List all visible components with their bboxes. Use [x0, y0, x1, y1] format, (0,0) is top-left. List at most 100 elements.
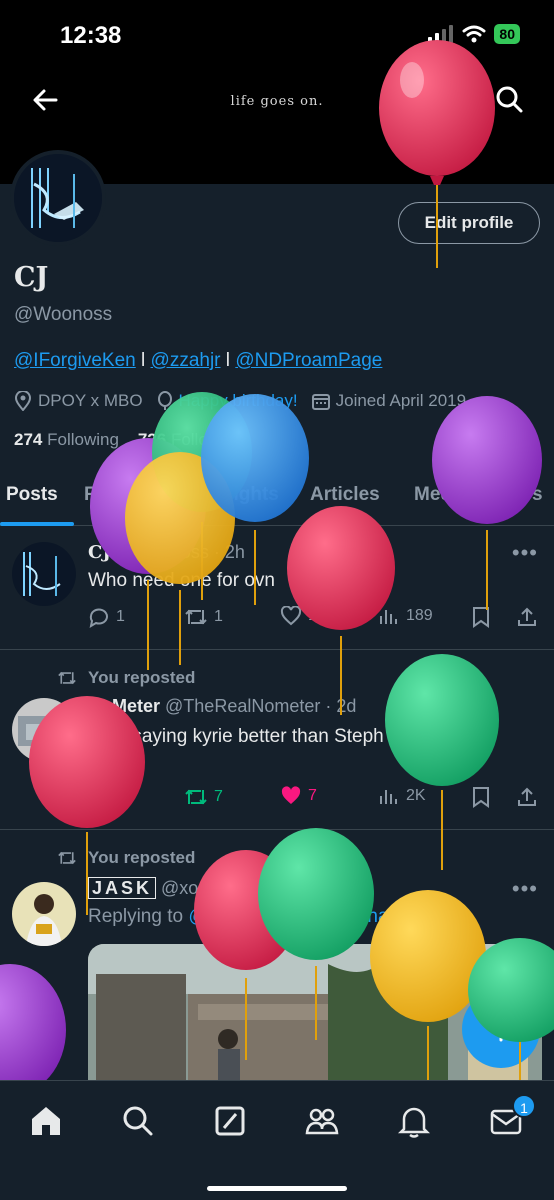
- post-author-handle: @TheRealNometer: [165, 696, 321, 716]
- views-chart-icon: [380, 790, 397, 804]
- post-header: NoMeter @TheRealNometer · 2d: [88, 696, 357, 716]
- heart-filled-icon: [281, 786, 301, 804]
- bio-link-1[interactable]: @IForgiveKen: [14, 350, 136, 371]
- post-author-name[interactable]: CJ: [88, 542, 111, 563]
- post-author-handle: @Woonoss: [115, 542, 209, 562]
- home-indicator: [207, 1186, 347, 1191]
- signal-icon: [428, 25, 454, 43]
- home-icon: [32, 1107, 60, 1135]
- repost-count: 1: [214, 608, 223, 625]
- reply-button[interactable]: [88, 786, 110, 808]
- post-header: CJ @Woonoss · 2h: [88, 542, 245, 563]
- bio-separator: l: [141, 350, 146, 371]
- nav-grok[interactable]: [210, 1101, 250, 1141]
- like-button[interactable]: 7: [280, 786, 317, 806]
- followers-label: Followers: [170, 430, 244, 449]
- tab-likes[interactable]: Likes: [494, 484, 543, 506]
- reposted-indicator: You reposted: [56, 668, 195, 688]
- bookmark-button[interactable]: [472, 606, 490, 628]
- edit-profile-button[interactable]: Edit profile: [398, 202, 540, 244]
- repost-button[interactable]: 1: [184, 606, 223, 628]
- plus-icon: [488, 1016, 514, 1042]
- status-icons: 80: [428, 24, 520, 44]
- tab-replies[interactable]: Replies: [84, 484, 152, 506]
- post-item[interactable]: CJ @Woonoss · 2h ••• Who need one for ov…: [0, 526, 554, 650]
- following-link[interactable]: 274 Following: [14, 430, 119, 449]
- location-text: DPOY x MBO: [38, 391, 143, 410]
- share-button[interactable]: [516, 606, 538, 628]
- following-count: 274: [14, 430, 43, 449]
- bio-link-2[interactable]: @zzahjr: [151, 350, 221, 371]
- bookmark-icon: [473, 607, 489, 628]
- follow-counts: 274 Following 726 Followers: [14, 430, 244, 450]
- communities-icon: [305, 1108, 339, 1135]
- battery-indicator: 80: [494, 24, 520, 44]
- replying-prefix: Replying to: [88, 906, 184, 927]
- replying-to: Replying to @Agaaniik and @Myname_FGC: [88, 906, 466, 928]
- location-item: DPOY x MBO: [14, 391, 143, 411]
- profile-name: CJ: [14, 262, 49, 293]
- more-options-icon[interactable]: •••: [512, 540, 538, 566]
- reply-icon: [89, 608, 108, 628]
- following-label: Following: [47, 430, 119, 449]
- nav-notifications[interactable]: [394, 1101, 434, 1141]
- like-count: 7: [308, 787, 317, 804]
- compose-button[interactable]: [462, 990, 540, 1068]
- heart-icon: [280, 606, 302, 626]
- location-pin-icon: [14, 391, 32, 411]
- repost-button[interactable]: 7: [184, 786, 223, 808]
- tab-media[interactable]: Media: [414, 484, 468, 506]
- nav-search[interactable]: [118, 1101, 158, 1141]
- reply-button[interactable]: 1: [88, 606, 125, 628]
- view-count: 189: [406, 607, 433, 624]
- reply-count: 1: [116, 608, 125, 625]
- post-time: 2h: [224, 542, 245, 562]
- bookmark-icon: [473, 787, 489, 808]
- search-icon: [496, 86, 523, 113]
- share-button[interactable]: [516, 786, 538, 808]
- repost-icon: [185, 789, 207, 805]
- replying-to-users[interactable]: @Agaaniik and @Myname_FGC: [188, 906, 465, 927]
- more-options-icon[interactable]: •••: [512, 876, 538, 902]
- tab-highlights[interactable]: Highlights: [186, 484, 279, 506]
- bottom-navigation: [0, 1080, 554, 1200]
- post-avatar[interactable]: [12, 882, 76, 946]
- search-button[interactable]: [494, 84, 524, 114]
- balloon-icon: [157, 391, 172, 410]
- share-icon: [518, 787, 536, 806]
- views-button[interactable]: 2K: [378, 786, 426, 806]
- repost-count: 7: [214, 788, 223, 805]
- banner-text: life goes on.: [230, 94, 324, 109]
- tab-articles[interactable]: Articles: [310, 484, 380, 506]
- reposted-indicator: You reposted: [56, 848, 195, 868]
- post-avatar[interactable]: [12, 542, 76, 606]
- bio-separator: l: [225, 350, 231, 371]
- bookmark-button[interactable]: [472, 786, 490, 808]
- tab-posts[interactable]: Posts: [6, 484, 58, 506]
- views-button[interactable]: 189: [378, 606, 433, 626]
- followers-link[interactable]: 726 Followers: [138, 430, 244, 449]
- like-button[interactable]: 1: [280, 606, 317, 626]
- post-text: Stop saying kyrie better than Steph plea…: [88, 726, 477, 747]
- repost-icon: [58, 851, 76, 865]
- post-item[interactable]: You reposted NoMeter @TheRealNometer · 2…: [0, 650, 554, 830]
- grok-icon: [215, 1106, 245, 1136]
- bio-link-3[interactable]: @NDProamPage: [235, 350, 382, 371]
- wifi-icon: [462, 25, 486, 43]
- post-author-name[interactable]: NoMeter: [88, 696, 160, 716]
- post-avatar[interactable]: [12, 698, 76, 762]
- post-actions: 7 7 2K: [88, 786, 538, 814]
- messages-badge: 1: [512, 1094, 536, 1118]
- views-chart-icon: [380, 610, 397, 624]
- birthday-text[interactable]: Happy birthday!: [179, 391, 298, 411]
- profile-handle: @Woonoss: [14, 304, 113, 325]
- profile-avatar[interactable]: [10, 150, 106, 246]
- like-count: 1: [308, 607, 317, 624]
- profile-meta: DPOY x MBO Happy birthday! Joined April …: [14, 391, 466, 411]
- repost-icon: [185, 609, 207, 625]
- nav-home[interactable]: [26, 1101, 66, 1141]
- nav-communities[interactable]: [302, 1101, 342, 1141]
- avatar-image: [12, 698, 76, 762]
- reply-icon: [89, 788, 108, 808]
- post-author-name[interactable]: JASK: [88, 877, 157, 899]
